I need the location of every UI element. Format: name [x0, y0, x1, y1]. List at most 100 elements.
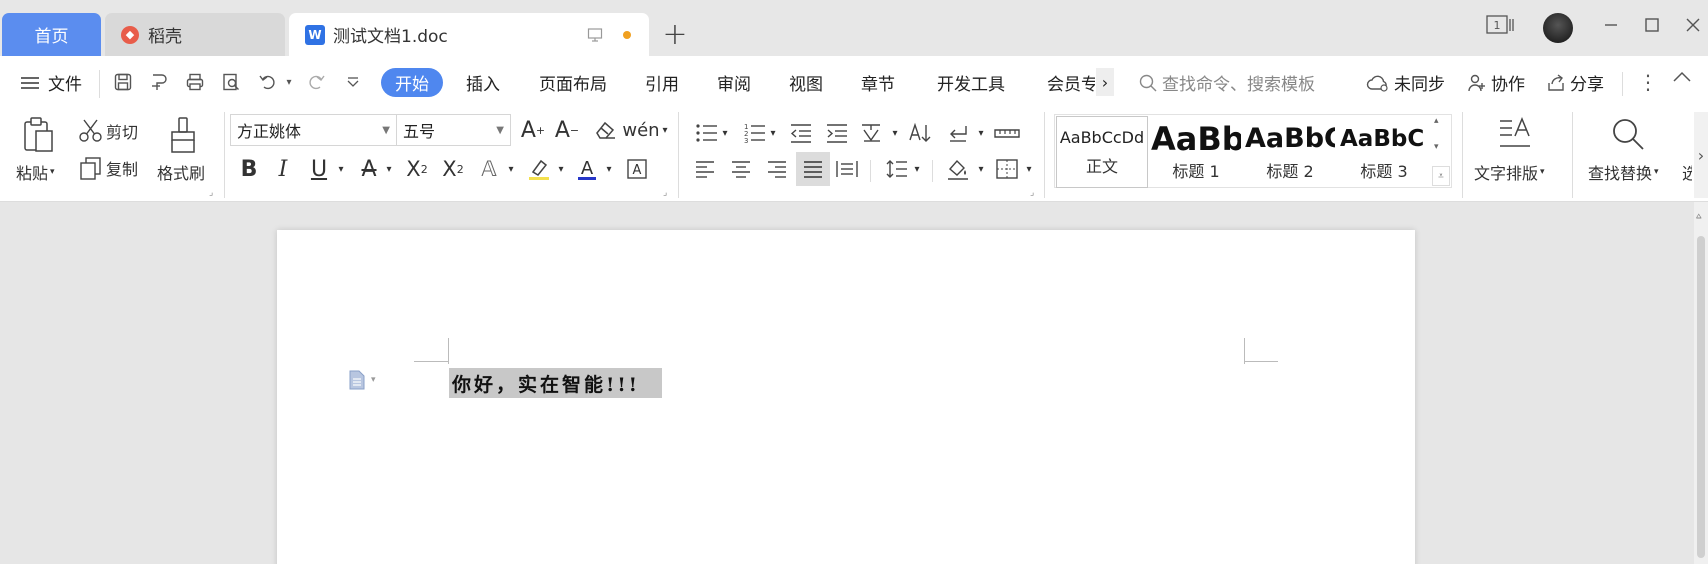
collab-user-icon — [1468, 74, 1485, 91]
undo-icon[interactable] — [258, 71, 280, 93]
line-spacing-dropdown-icon[interactable]: ▾ — [902, 154, 932, 184]
styles-scroll-down-icon[interactable]: ▾ — [1434, 142, 1439, 152]
tab-chapter[interactable]: 章节 — [861, 70, 895, 95]
tab-member-label: 会员专 — [1047, 75, 1095, 95]
tab-developer[interactable]: 开发工具 — [937, 70, 1005, 95]
style-heading-1-label: 标题 1 — [1172, 162, 1220, 181]
text-effect-dropdown-icon[interactable]: ▾ — [496, 154, 526, 184]
cut-button[interactable]: 剪切 — [78, 118, 138, 144]
copy-button[interactable]: 复制 — [78, 155, 138, 181]
phonetic-dropdown-icon[interactable]: ▾ — [650, 115, 680, 145]
style-heading-3[interactable]: AaBbC 标题 3 — [1338, 116, 1430, 188]
format-painter-button[interactable]: 格式刷 — [157, 160, 205, 184]
format-painter-icon[interactable] — [168, 116, 198, 154]
superscript-icon[interactable]: X2 — [402, 154, 432, 184]
ribbon-scroll-right-chevron-icon[interactable]: › — [1694, 112, 1708, 198]
justify-icon[interactable] — [796, 152, 830, 186]
tab-home[interactable]: 首页 — [2, 13, 101, 56]
font-dialog-launcher-icon[interactable]: ⌟ — [663, 188, 667, 198]
scroll-up-icon[interactable]: ⩠ — [1696, 212, 1706, 232]
undo-dropdown-icon[interactable]: ▾ — [278, 71, 300, 93]
paste-label: 粘贴 — [16, 164, 49, 183]
font-size-select[interactable]: 五号 ▼ — [396, 114, 511, 146]
decrease-indent-icon[interactable] — [786, 118, 816, 148]
align-left-icon[interactable] — [690, 154, 720, 184]
bullet-dropdown-icon[interactable]: ▾ — [710, 118, 740, 148]
style-heading-2[interactable]: AaBbC 标题 2 — [1244, 116, 1336, 188]
hamburger-icon — [21, 76, 39, 89]
ribbon-toolbar: 粘贴 ▾ 剪切 复制 格式刷 ⌟ 方正姚体 ▼ 五号 ▼ A + A − wén ▾ B … — [0, 112, 1708, 202]
text-layout-button[interactable]: 文字排版 ▾ — [1474, 160, 1545, 184]
command-search[interactable]: 查找命令、搜索模板 — [1138, 70, 1315, 95]
paragraph-handle[interactable]: ▾ — [349, 370, 376, 390]
shrink-font-icon[interactable]: A − — [552, 115, 582, 145]
redo-icon[interactable] — [304, 71, 326, 93]
sync-status-button[interactable]: 未同步 — [1366, 70, 1445, 95]
monitor-icon[interactable] — [587, 27, 603, 43]
distributed-align-icon[interactable] — [832, 154, 862, 184]
share-button[interactable]: 分享 — [1546, 70, 1604, 95]
find-replace-button[interactable]: 查找替换 ▾ — [1588, 160, 1659, 184]
tab-member[interactable]: 会员专 — [1047, 70, 1095, 95]
italic-icon[interactable]: I — [268, 154, 298, 184]
document-text-selection[interactable]: 你好，实在智能!!! — [449, 368, 663, 398]
customize-toolbar-icon[interactable] — [342, 71, 364, 93]
document-page[interactable]: ▾ 你好，实在智能!!! — [277, 230, 1415, 564]
styles-expand-icon[interactable]: ⩡ — [1432, 166, 1450, 186]
paragraph-dialog-launcher-icon[interactable]: ⌟ — [1030, 188, 1034, 198]
collab-button[interactable]: 协作 — [1467, 70, 1525, 95]
tab-page-layout[interactable]: 页面布局 — [539, 70, 607, 95]
tab-references[interactable]: 引用 — [645, 70, 679, 95]
find-replace-search-icon[interactable] — [1610, 116, 1646, 152]
tab-ruler-icon[interactable] — [992, 118, 1022, 148]
increase-indent-icon[interactable] — [822, 118, 852, 148]
align-right-icon[interactable] — [762, 154, 792, 184]
strikethrough-dropdown-icon[interactable]: ▾ — [374, 154, 404, 184]
print-icon[interactable] — [184, 71, 206, 93]
numbered-dropdown-icon[interactable]: ▾ — [758, 118, 788, 148]
minimize-icon[interactable] — [1602, 16, 1620, 34]
sort-icon[interactable] — [906, 118, 936, 148]
paste-button[interactable]: 粘贴 ▾ — [16, 160, 55, 184]
clear-format-eraser-icon[interactable] — [590, 115, 620, 145]
subscript-icon[interactable]: X2 — [438, 154, 468, 184]
style-normal[interactable]: AaBbCcDd 正文 — [1056, 116, 1148, 188]
tab-daoke[interactable]: ◆ 稻壳 — [105, 13, 285, 56]
paste-icon[interactable] — [22, 116, 56, 154]
daoke-logo-icon: ◆ — [121, 25, 139, 44]
text-layout-icon[interactable] — [1498, 116, 1532, 152]
more-options-icon[interactable]: ⋮ — [1638, 70, 1658, 94]
font-color-dropdown-icon[interactable]: ▾ — [594, 154, 624, 184]
align-center-icon[interactable] — [726, 154, 756, 184]
bold-icon[interactable]: B — [234, 154, 264, 184]
more-tabs-chevron-icon[interactable]: › — [1096, 68, 1114, 96]
grow-font-icon[interactable]: A + — [518, 115, 548, 145]
vertical-scrollbar[interactable]: ⩠ — [1694, 202, 1708, 564]
style-normal-sample: AaBbCcDd — [1059, 127, 1145, 147]
tab-start[interactable]: 开始 — [381, 68, 443, 97]
style-heading-1[interactable]: AaBb 标题 1 — [1150, 116, 1242, 188]
scrollbar-thumb[interactable] — [1697, 236, 1705, 558]
maximize-icon[interactable] — [1643, 16, 1661, 34]
font-name-select[interactable]: 方正姚体 ▼ — [230, 114, 397, 146]
clipboard-dialog-launcher-icon[interactable]: ⌟ — [209, 188, 213, 198]
output-icon[interactable] — [148, 71, 170, 93]
print-preview-icon[interactable] — [220, 71, 242, 93]
truncated-ribbon-item[interactable]: 选 — [1682, 160, 1692, 184]
save-icon[interactable] — [112, 71, 134, 93]
styles-scroll-up-icon[interactable]: ▴ — [1434, 116, 1439, 126]
scissors-icon — [79, 119, 102, 142]
underline-dropdown-icon[interactable]: ▾ — [326, 154, 356, 184]
collapse-ribbon-icon[interactable] — [1672, 70, 1692, 84]
file-menu[interactable]: 文件 — [20, 70, 82, 95]
borders-dropdown-icon[interactable]: ▾ — [1014, 154, 1044, 184]
user-avatar[interactable] — [1543, 13, 1573, 43]
tab-insert[interactable]: 插入 — [466, 70, 500, 95]
character-border-icon[interactable]: A — [622, 154, 652, 184]
tab-document[interactable]: W 测试文档1.doc — [289, 13, 649, 56]
tab-review[interactable]: 审阅 — [717, 70, 751, 95]
tab-view[interactable]: 视图 — [789, 70, 823, 95]
close-icon[interactable] — [1684, 16, 1702, 34]
new-tab-button[interactable]: + — [660, 13, 690, 56]
layout-toggle-icon[interactable]: 1 — [1486, 14, 1516, 36]
